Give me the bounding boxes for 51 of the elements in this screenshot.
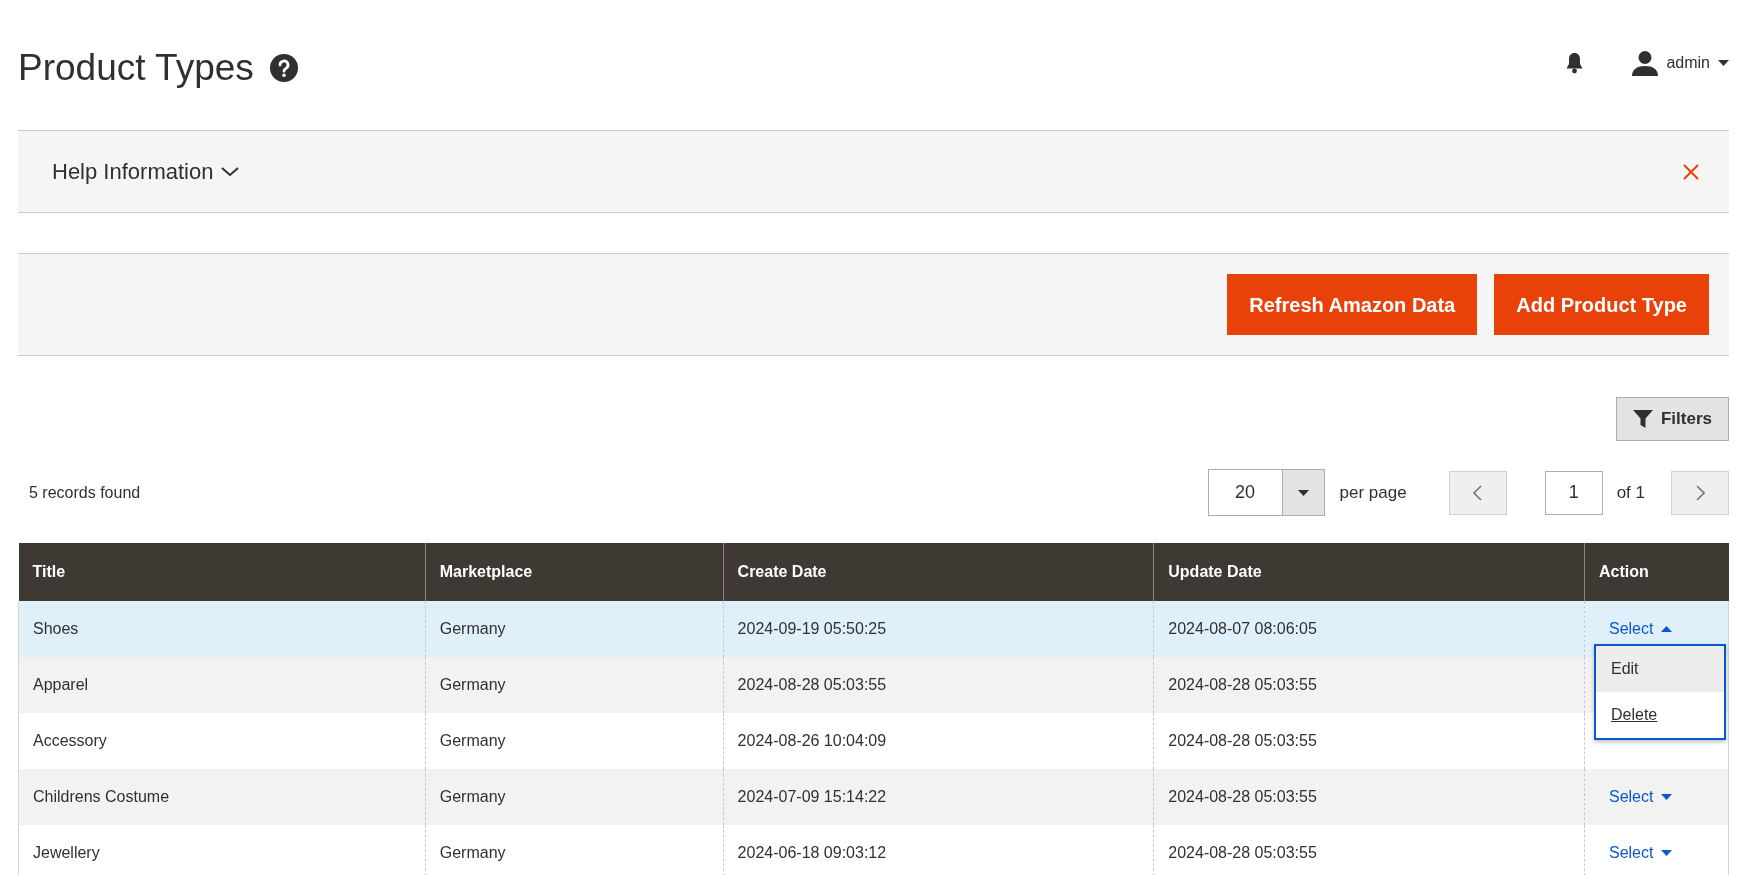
caret-icon [1661, 794, 1673, 800]
select-action-link[interactable]: Select [1609, 617, 1673, 641]
table-cell: 2024-09-19 05:50:25 [723, 601, 1154, 657]
table-cell: 2024-08-28 05:03:55 [1153, 657, 1585, 713]
table-cell: Germany [425, 601, 724, 657]
select-action-link[interactable]: Select [1609, 785, 1673, 809]
column-header[interactable]: Update Date [1153, 543, 1585, 601]
page-title: Product Types [18, 46, 254, 90]
records-count: 5 records found [29, 482, 141, 503]
table-cell: Shoes [18, 601, 426, 657]
per-page-label: per page [1339, 481, 1407, 504]
table-cell: Childrens Costume [18, 769, 426, 825]
table-cell: 2024-08-28 05:03:55 [1153, 769, 1585, 825]
caret-icon [1718, 60, 1729, 66]
menu-item[interactable]: Edit [1596, 646, 1724, 692]
column-header[interactable]: Title [18, 543, 426, 601]
notification-bell-icon[interactable] [1565, 52, 1585, 74]
table-cell: Germany [425, 657, 724, 713]
user-menu[interactable]: admin [1632, 50, 1729, 76]
page-number-field[interactable]: 1 [1544, 470, 1603, 515]
table-cell: 2024-08-28 05:03:55 [723, 657, 1154, 713]
caret-icon [1661, 626, 1673, 632]
table-cell: 2024-08-07 08:06:05 [1153, 601, 1585, 657]
table-cell: Apparel [18, 657, 426, 713]
user-icon [1632, 50, 1659, 76]
table-cell: 2024-06-18 09:03:12 [723, 825, 1154, 875]
help-panel-title: Help Information [52, 158, 214, 186]
table-cell: 2024-08-28 05:03:55 [1153, 825, 1585, 875]
column-header[interactable]: Marketplace [425, 543, 724, 601]
per-page-select[interactable]: 20 [1207, 469, 1325, 516]
caret-icon [1297, 489, 1309, 496]
filter-icon [1632, 409, 1653, 429]
table-cell: 2024-07-09 15:14:22 [723, 769, 1154, 825]
column-header[interactable]: Create Date [723, 543, 1154, 601]
table-cell: Jewellery [18, 825, 426, 875]
close-icon[interactable] [1683, 163, 1699, 180]
caret-icon [1661, 850, 1673, 856]
add-button[interactable]: Add Product Type [1494, 274, 1709, 335]
chevron-right-icon [1695, 484, 1705, 501]
refresh-button[interactable]: Refresh Amazon Data [1227, 274, 1478, 335]
help-icon[interactable] [269, 54, 298, 83]
filters-button[interactable]: Filters [1615, 397, 1729, 441]
help-panel-toggle[interactable]: Help Information [52, 155, 240, 188]
username: admin [1666, 53, 1710, 73]
page-total: of 1 [1616, 481, 1645, 504]
table-cell: Germany [425, 769, 724, 825]
column-header[interactable]: Action [1584, 543, 1729, 601]
chevron-left-icon [1473, 484, 1483, 501]
table-cell: Germany [425, 825, 724, 875]
menu-item[interactable]: Delete [1596, 692, 1724, 738]
select-action-link[interactable]: Select [1609, 841, 1673, 865]
